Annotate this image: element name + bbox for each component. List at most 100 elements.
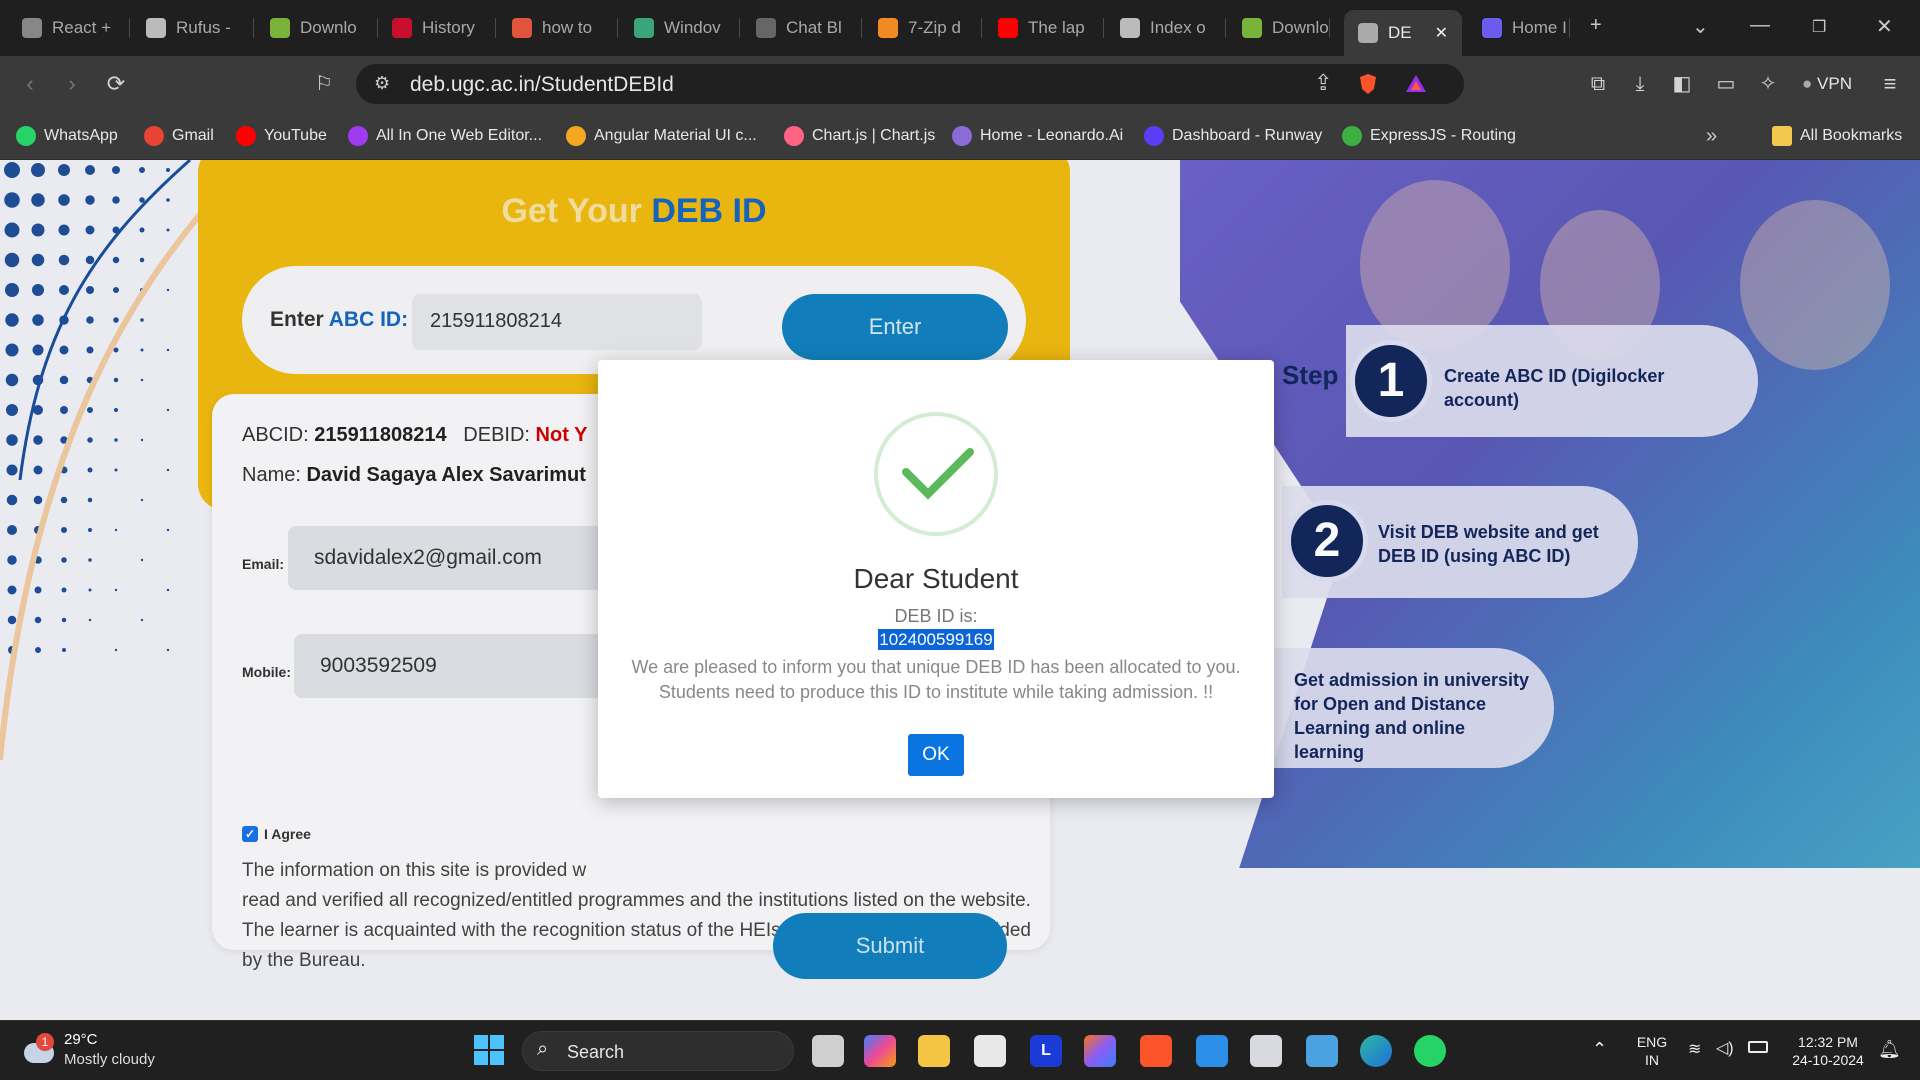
- volume-icon[interactable]: ◁): [1716, 1038, 1734, 1058]
- bookmark-favicon-icon: [16, 126, 36, 146]
- notepad-icon[interactable]: [1306, 1035, 1338, 1067]
- web-page: Step 1 Create ABC ID (Digilocker account…: [0, 160, 1920, 1020]
- brave-shields-icon[interactable]: [1356, 72, 1380, 96]
- snipping-tool-icon[interactable]: [1250, 1035, 1282, 1067]
- tab[interactable]: Index o: [1112, 8, 1226, 48]
- tab[interactable]: The lap: [990, 8, 1104, 48]
- tab-separator: [377, 18, 378, 38]
- sidebar-icon[interactable]: ◧: [1668, 70, 1696, 98]
- reload-icon[interactable]: ⟳: [102, 70, 130, 98]
- vpn-button[interactable]: ● VPN: [1796, 70, 1858, 98]
- back-icon[interactable]: ‹: [16, 70, 44, 98]
- taskbar-search[interactable]: ⌕ Search: [522, 1031, 794, 1071]
- language-indicator[interactable]: ENG IN: [1636, 1033, 1668, 1069]
- minimize-icon[interactable]: —: [1750, 14, 1770, 37]
- tab-separator: [1225, 18, 1226, 38]
- tab-label: Home I: [1512, 18, 1567, 37]
- tab[interactable]: React +: [14, 8, 130, 48]
- bookmark-item[interactable]: ExpressJS - Routing: [1342, 124, 1516, 148]
- lang-bottom: IN: [1645, 1052, 1659, 1068]
- whatsapp-icon[interactable]: [1414, 1035, 1446, 1067]
- mt-icon: [392, 18, 412, 38]
- bookmark-item[interactable]: YouTube: [236, 124, 327, 148]
- tab[interactable]: Windov: [626, 8, 740, 48]
- globe-icon: [1358, 23, 1378, 43]
- clock-time: 12:32 PM: [1798, 1034, 1858, 1050]
- tab-separator: [617, 18, 618, 38]
- tab[interactable]: 7-Zip d: [870, 8, 982, 48]
- battery-icon[interactable]: [1748, 1041, 1768, 1053]
- url-text: deb.ugc.ac.in/StudentDEBId: [410, 73, 674, 96]
- bookmark-item[interactable]: Home - Leonardo.Ai: [952, 124, 1123, 148]
- tab-separator: [1103, 18, 1104, 38]
- ok-button[interactable]: OK: [908, 734, 964, 776]
- forward-icon[interactable]: ›: [58, 70, 86, 98]
- bookmark-item[interactable]: All In One Web Editor...: [348, 124, 542, 148]
- all-bookmarks-folder[interactable]: All Bookmarks: [1772, 124, 1902, 148]
- bookmark-item[interactable]: Dashboard - Runway: [1144, 124, 1322, 148]
- brave-icon[interactable]: [1140, 1035, 1172, 1067]
- tab[interactable]: Rufus -: [138, 8, 254, 48]
- wallet-icon[interactable]: ▭: [1712, 70, 1740, 98]
- bookmark-favicon-icon: [952, 126, 972, 146]
- notification-badge: 1: [36, 1033, 54, 1051]
- tab-separator: [981, 18, 982, 38]
- edge-icon[interactable]: [1360, 1035, 1392, 1067]
- bookmark-label: Gmail: [172, 127, 214, 144]
- bookmark-item[interactable]: Chart.js | Chart.js: [784, 124, 935, 148]
- success-check-icon: [874, 412, 998, 536]
- file-explorer-icon[interactable]: [918, 1035, 950, 1067]
- bookmarks-overflow-icon[interactable]: »: [1706, 124, 1717, 148]
- search-icon: ⌕: [537, 1038, 549, 1060]
- share-icon[interactable]: ⇪: [1314, 70, 1332, 96]
- brave-icon: [512, 18, 532, 38]
- tab-label: Downlo: [300, 18, 357, 37]
- notifications-icon[interactable]: 🔔︎: [1878, 1039, 1901, 1060]
- weather-widget[interactable]: 1: [18, 1033, 54, 1069]
- usb-icon: [146, 18, 166, 38]
- menu-icon[interactable]: ≡: [1876, 70, 1904, 98]
- restore-icon[interactable]: ❐: [1812, 17, 1826, 37]
- tab-separator: [1329, 18, 1330, 38]
- new-tab-icon[interactable]: +: [1590, 14, 1602, 37]
- app-l-icon[interactable]: L: [1030, 1035, 1062, 1067]
- bookmark-item[interactable]: Gmail: [144, 124, 214, 148]
- tab[interactable]: Chat Bl: [748, 8, 862, 48]
- wifi-icon[interactable]: ≋: [1688, 1039, 1701, 1059]
- address-bar[interactable]: ⚙ deb.ugc.ac.in/StudentDEBId ⇪: [356, 64, 1464, 104]
- close-window-icon[interactable]: ✕: [1876, 14, 1893, 39]
- site-info-icon[interactable]: ⚙: [374, 73, 390, 94]
- tab-search-icon[interactable]: ⌄: [1692, 14, 1709, 39]
- downloads-icon[interactable]: ⤓: [1626, 70, 1654, 98]
- tab[interactable]: History: [384, 8, 496, 48]
- bookmark-item[interactable]: Angular Material UI c...: [566, 124, 757, 148]
- tab-separator: [253, 18, 254, 38]
- youtube-icon: [998, 18, 1018, 38]
- extensions-icon[interactable]: ⧉: [1584, 70, 1612, 98]
- leo-ai-icon[interactable]: ✧: [1754, 70, 1782, 98]
- bookmark-icon[interactable]: ⚐: [310, 70, 338, 98]
- copilot-icon[interactable]: [864, 1035, 896, 1067]
- tab[interactable]: Downlo: [262, 8, 378, 48]
- close-tab-icon[interactable]: ✕: [1435, 23, 1448, 43]
- clock[interactable]: 12:32 PM 24-10-2024: [1784, 1033, 1872, 1069]
- bookmark-favicon-icon: [348, 126, 368, 146]
- vscode-icon[interactable]: [1196, 1035, 1228, 1067]
- intellij-icon[interactable]: [1084, 1035, 1116, 1067]
- tray-overflow-icon[interactable]: ⌃: [1592, 1039, 1607, 1060]
- bookmark-item[interactable]: WhatsApp: [16, 124, 118, 148]
- tab[interactable]: Downlo: [1234, 8, 1330, 48]
- deb-id-wrap: 102400599169: [598, 629, 1274, 650]
- deb-id-value[interactable]: 102400599169: [878, 629, 994, 650]
- tab-label: Downlo: [1272, 18, 1329, 37]
- tab[interactable]: DE ✕: [1344, 10, 1462, 56]
- bookmark-label: YouTube: [264, 127, 327, 144]
- bookmark-favicon-icon: [566, 126, 586, 146]
- brave-rewards-icon[interactable]: [1404, 72, 1428, 96]
- task-view-icon[interactable]: [812, 1035, 844, 1067]
- tab-separator: [739, 18, 740, 38]
- tab[interactable]: Home I: [1474, 8, 1570, 48]
- store-icon[interactable]: [974, 1035, 1006, 1067]
- tab[interactable]: how to: [504, 8, 618, 48]
- start-icon[interactable]: [474, 1035, 504, 1065]
